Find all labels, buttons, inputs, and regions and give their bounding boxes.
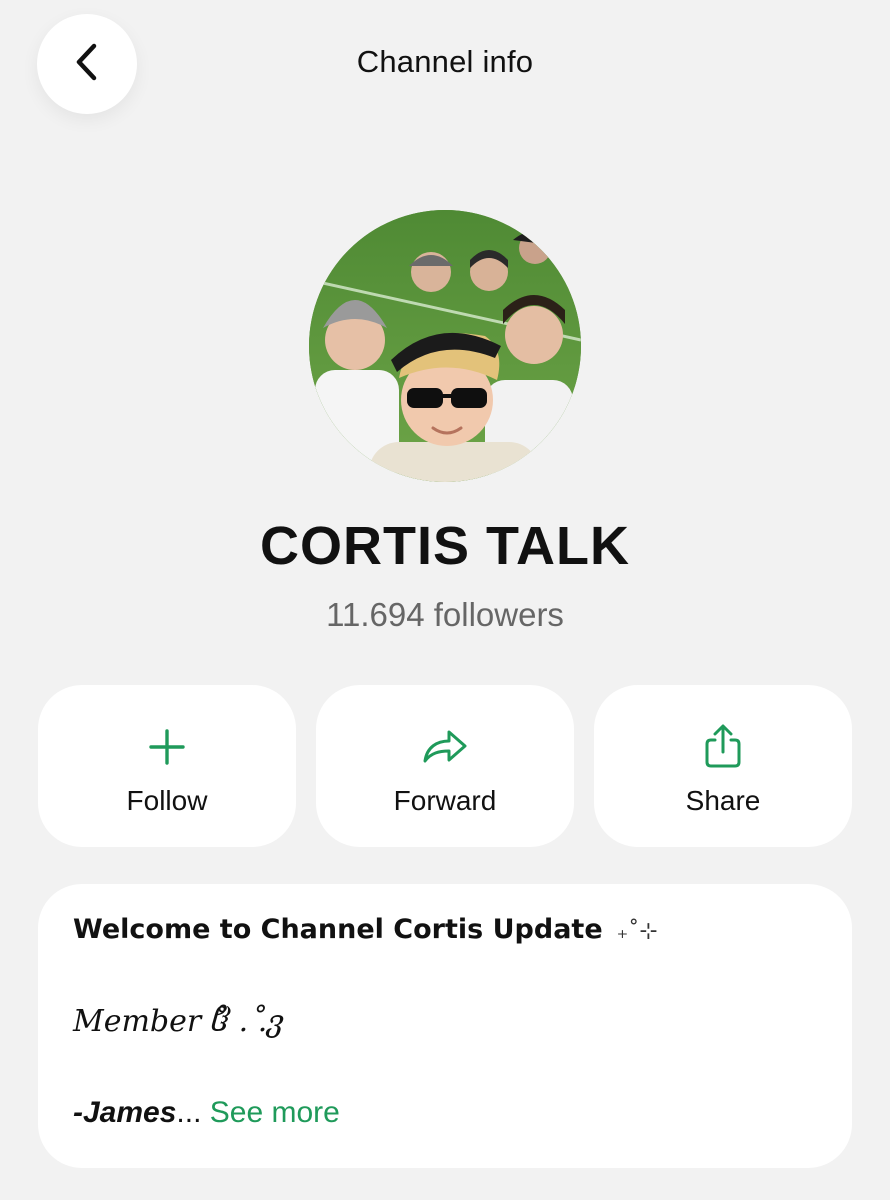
page-title: Channel info [356, 44, 534, 79]
channel-description: Welcome to Channel Cortis Update ₊˚⊹ Memb… [38, 884, 852, 1168]
share-label: Share [685, 785, 761, 816]
share-button[interactable]: Share [594, 685, 852, 847]
follow-button[interactable]: Follow [38, 685, 296, 847]
follow-label: Follow [126, 785, 208, 816]
forward-label: Forward [393, 785, 497, 816]
ellipsis: ... [176, 1096, 202, 1129]
channel-name: CORTIS TALK [260, 516, 630, 576]
followers-count: 11.694 followers [326, 596, 564, 633]
description-member-line: Member ჱ̊ . .̊ვ [73, 1004, 285, 1039]
description-author-line: -James... See more [73, 1096, 340, 1130]
forward-arrow-icon [421, 723, 469, 771]
share-icon [699, 723, 747, 771]
see-more-link[interactable]: See more [210, 1096, 340, 1129]
welcome-text: Welcome to Channel Cortis Update [73, 914, 603, 945]
plus-icon [143, 723, 191, 771]
forward-button[interactable]: Forward [316, 685, 574, 847]
channel-avatar [309, 210, 581, 482]
sparkle-decoration: ₊˚⊹ [616, 919, 658, 944]
description-welcome-line: Welcome to Channel Cortis Update ₊˚⊹ [73, 914, 658, 945]
author-name: -James [73, 1096, 177, 1129]
